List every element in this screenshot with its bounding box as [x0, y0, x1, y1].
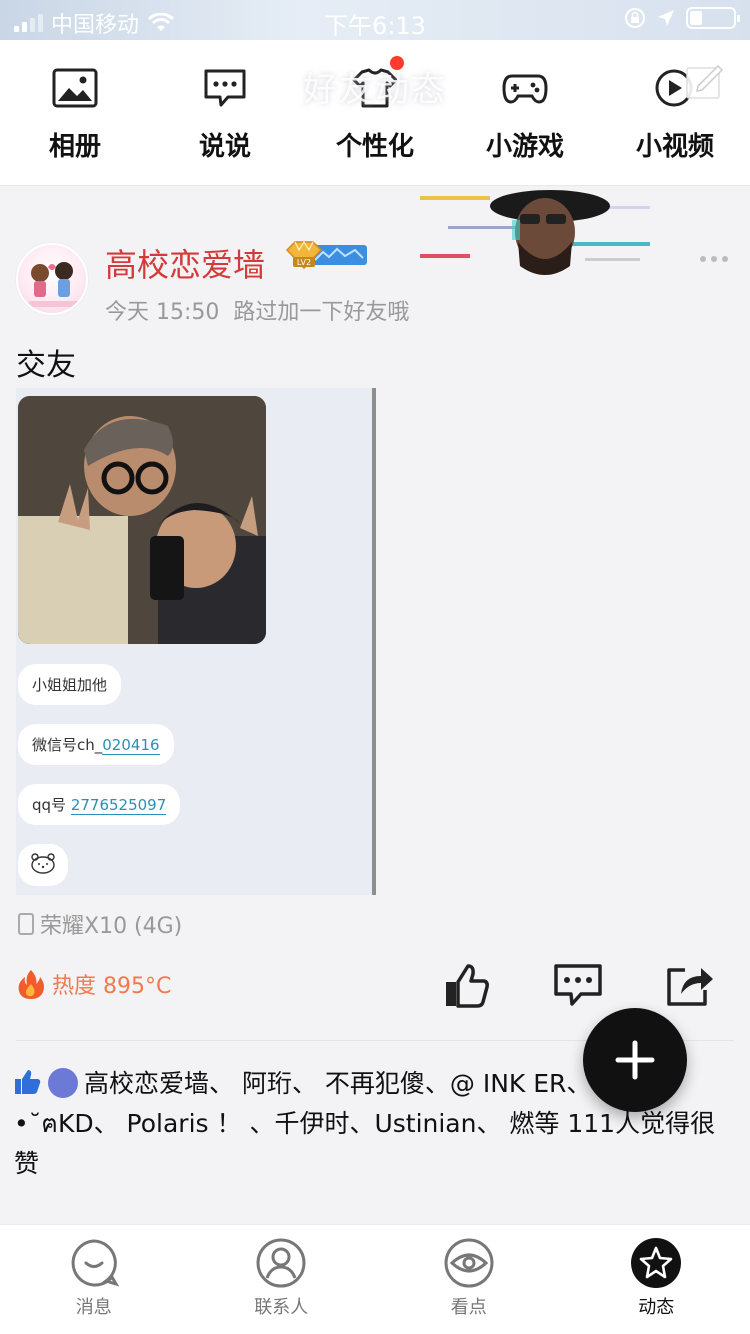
qzone-feed-page: 中国移动 下午6:13 相册 说说 个性化 小游戏 小视频 好友动态 高校恋爱墙… [0, 0, 750, 1334]
badge-level-text: LV2 [297, 258, 311, 267]
battery-icon [686, 7, 740, 29]
rotation-lock-icon [625, 8, 645, 28]
device-info: 荣耀X10 (4G) [18, 908, 182, 940]
liker-avatar [48, 1068, 78, 1098]
location-icon [658, 10, 674, 26]
bubble-2-link: 020416 [102, 736, 160, 755]
page-title: 好友动态 [303, 70, 447, 110]
create-post-button[interactable] [583, 1008, 687, 1112]
feed-header: 相册 说说 个性化 小游戏 小视频 好友动态 [0, 40, 750, 186]
post-source: 路过加一下好友哦 [233, 300, 410, 325]
tab-feed[interactable]: 动态 [563, 1225, 750, 1334]
bear-emoji-bubble [18, 844, 68, 886]
eye-icon [444, 1238, 494, 1288]
nav-label-album: 相册 [48, 132, 101, 162]
star-icon [631, 1238, 682, 1288]
post-time: 今天 15:50 [105, 300, 220, 325]
device-name: 荣耀X10 (4G) [40, 914, 183, 939]
chat-bubble-3: qq号 2776525097 [18, 784, 181, 825]
message-bubble-icon [71, 1239, 119, 1287]
tab-contacts[interactable]: 联系人 [188, 1225, 376, 1334]
tab-bar: 消息 联系人 看点 动态 [0, 1224, 750, 1334]
tab-messages[interactable]: 消息 [0, 1225, 188, 1334]
contacts-icon [256, 1238, 306, 1288]
nav-label-shuoshuo: 说说 [198, 132, 251, 162]
nav-label-videos: 小视频 [635, 132, 714, 162]
tab-label-messages: 消息 [75, 1297, 112, 1318]
vip-level-badge: LV2 [285, 240, 367, 270]
bubble-3-link: 2776525097 [70, 796, 167, 815]
author-avatar[interactable] [16, 243, 88, 315]
thumbs-up-icon [15, 1070, 41, 1094]
chat-bubble-2: 微信号ch_020416 [18, 724, 174, 765]
selfie-photo [18, 396, 266, 644]
tab-label-discover: 看点 [450, 1297, 487, 1318]
post-text: 交友 [16, 348, 76, 383]
share-icon[interactable] [665, 962, 715, 1008]
nav-label-personalize: 个性化 [335, 132, 414, 162]
post-more-button[interactable] [700, 256, 728, 262]
bear-emoji-icon [31, 853, 55, 874]
tab-label-contacts: 联系人 [254, 1297, 309, 1318]
tab-label-feed: 动态 [638, 1297, 675, 1318]
post-actions [0, 962, 750, 1012]
profile-banner-art [420, 190, 650, 275]
tab-discover[interactable]: 看点 [375, 1225, 563, 1334]
plus-icon [615, 1040, 655, 1080]
author-name[interactable]: 高校恋爱墙 [105, 240, 265, 286]
phone-icon [18, 913, 34, 935]
status-bar: 中国移动 下午6:13 [0, 0, 750, 40]
bubble-3-prefix: qq号 [32, 796, 67, 814]
post-image[interactable]: 小姐姐加他 微信号ch_020416 qq号 2776525097 [16, 388, 376, 895]
nav-label-games: 小游戏 [485, 132, 564, 162]
bubble-2-prefix: 微信号ch_ [32, 736, 103, 754]
compose-icon[interactable] [684, 62, 724, 102]
bubble-1-text: 小姐姐加他 [32, 676, 108, 694]
chat-bubble-1: 小姐姐加他 [18, 664, 122, 705]
status-right [624, 7, 740, 29]
comment-icon[interactable] [553, 962, 603, 1008]
post-meta: 今天 15:50 路过加一下好友哦 [105, 294, 409, 326]
like-icon[interactable] [442, 962, 492, 1008]
